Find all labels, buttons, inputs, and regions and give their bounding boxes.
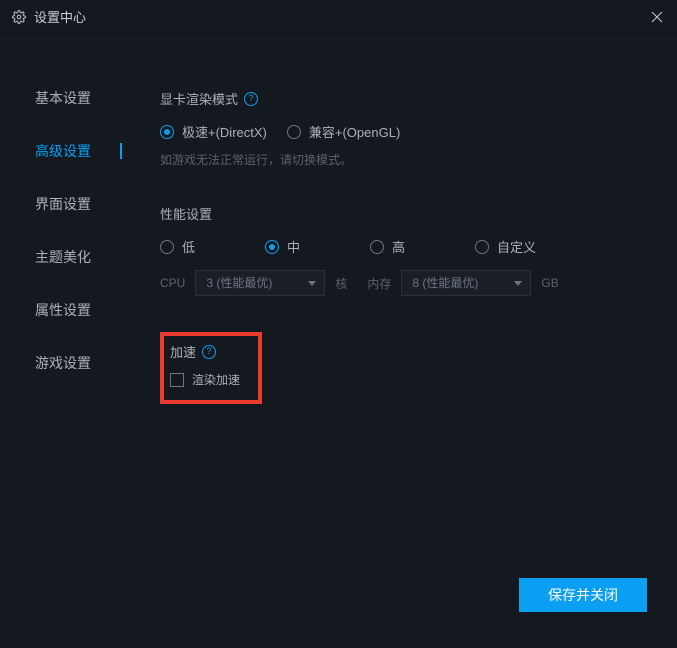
sidebar-item-game[interactable]: 游戏设置 xyxy=(0,354,130,372)
close-icon xyxy=(651,11,663,23)
radio-opengl[interactable]: 兼容+(OpenGL) xyxy=(287,122,400,141)
radio-label: 低 xyxy=(182,237,195,256)
help-icon[interactable]: ? xyxy=(202,345,216,359)
performance-section: 性能设置 低 中 高 自定义 xyxy=(160,204,647,296)
cpu-unit: 核 xyxy=(335,275,347,292)
radio-label: 中 xyxy=(287,237,300,256)
checkbox-icon xyxy=(170,373,184,387)
render-mode-options: 极速+(DirectX) 兼容+(OpenGL) xyxy=(160,122,647,141)
sidebar-item-basic[interactable]: 基本设置 xyxy=(0,89,130,107)
help-icon[interactable]: ? xyxy=(244,92,258,106)
render-mode-title: 显卡渲染模式 xyxy=(160,89,238,108)
radio-label: 兼容+(OpenGL) xyxy=(309,122,400,141)
cpu-label: CPU xyxy=(160,276,185,290)
render-mode-hint: 如游戏无法正常运行，请切换模式。 xyxy=(160,151,647,168)
radio-label: 自定义 xyxy=(497,237,536,256)
radio-label: 高 xyxy=(392,237,405,256)
radio-high[interactable]: 高 xyxy=(370,237,475,256)
radio-circle-icon xyxy=(160,125,174,139)
radio-label: 极速+(DirectX) xyxy=(182,122,267,141)
render-accel-checkbox[interactable]: 渲染加速 xyxy=(170,371,240,388)
titlebar-left: 设置中心 xyxy=(12,7,86,26)
performance-controls: CPU 3 (性能最优) 核 内存 8 (性能最优) GB xyxy=(160,270,647,296)
radio-directx[interactable]: 极速+(DirectX) xyxy=(160,122,267,141)
accel-highlight-box: 加速 ? 渲染加速 xyxy=(160,332,262,404)
radio-circle-icon xyxy=(265,240,279,254)
footer: 保存并关闭 xyxy=(519,578,647,612)
save-close-button[interactable]: 保存并关闭 xyxy=(519,578,647,612)
radio-circle-icon xyxy=(287,125,301,139)
checkbox-label: 渲染加速 xyxy=(192,371,240,388)
gear-icon xyxy=(12,10,26,24)
window-title: 设置中心 xyxy=(34,7,86,26)
sidebar-item-ui[interactable]: 界面设置 xyxy=(0,195,130,213)
render-mode-section: 显卡渲染模式 ? 极速+(DirectX) 兼容+(OpenGL) 如游戏无法正… xyxy=(160,89,647,168)
accel-title: 加速 xyxy=(170,342,196,361)
sidebar-item-advanced[interactable]: 高级设置 xyxy=(0,142,130,160)
radio-circle-icon xyxy=(475,240,489,254)
accel-title-row: 加速 ? xyxy=(170,342,250,361)
cpu-dropdown[interactable]: 3 (性能最优) xyxy=(195,270,325,296)
performance-options: 低 中 高 自定义 xyxy=(160,237,647,256)
close-button[interactable] xyxy=(649,9,665,25)
radio-circle-icon xyxy=(370,240,384,254)
performance-title: 性能设置 xyxy=(160,204,212,223)
performance-title-row: 性能设置 xyxy=(160,204,647,223)
sidebar-item-property[interactable]: 属性设置 xyxy=(0,301,130,319)
mem-dropdown[interactable]: 8 (性能最优) xyxy=(401,270,531,296)
mem-unit: GB xyxy=(541,276,558,290)
main-panel: 显卡渲染模式 ? 极速+(DirectX) 兼容+(OpenGL) 如游戏无法正… xyxy=(130,34,677,648)
mem-label: 内存 xyxy=(367,275,391,292)
titlebar: 设置中心 xyxy=(0,0,677,34)
render-mode-title-row: 显卡渲染模式 ? xyxy=(160,89,647,108)
radio-medium[interactable]: 中 xyxy=(265,237,370,256)
radio-circle-icon xyxy=(160,240,174,254)
radio-custom[interactable]: 自定义 xyxy=(475,237,580,256)
sidebar-item-theme[interactable]: 主题美化 xyxy=(0,248,130,266)
radio-low[interactable]: 低 xyxy=(160,237,265,256)
sidebar: 基本设置 高级设置 界面设置 主题美化 属性设置 游戏设置 xyxy=(0,34,130,648)
content: 基本设置 高级设置 界面设置 主题美化 属性设置 游戏设置 显卡渲染模式 ? 极… xyxy=(0,34,677,648)
